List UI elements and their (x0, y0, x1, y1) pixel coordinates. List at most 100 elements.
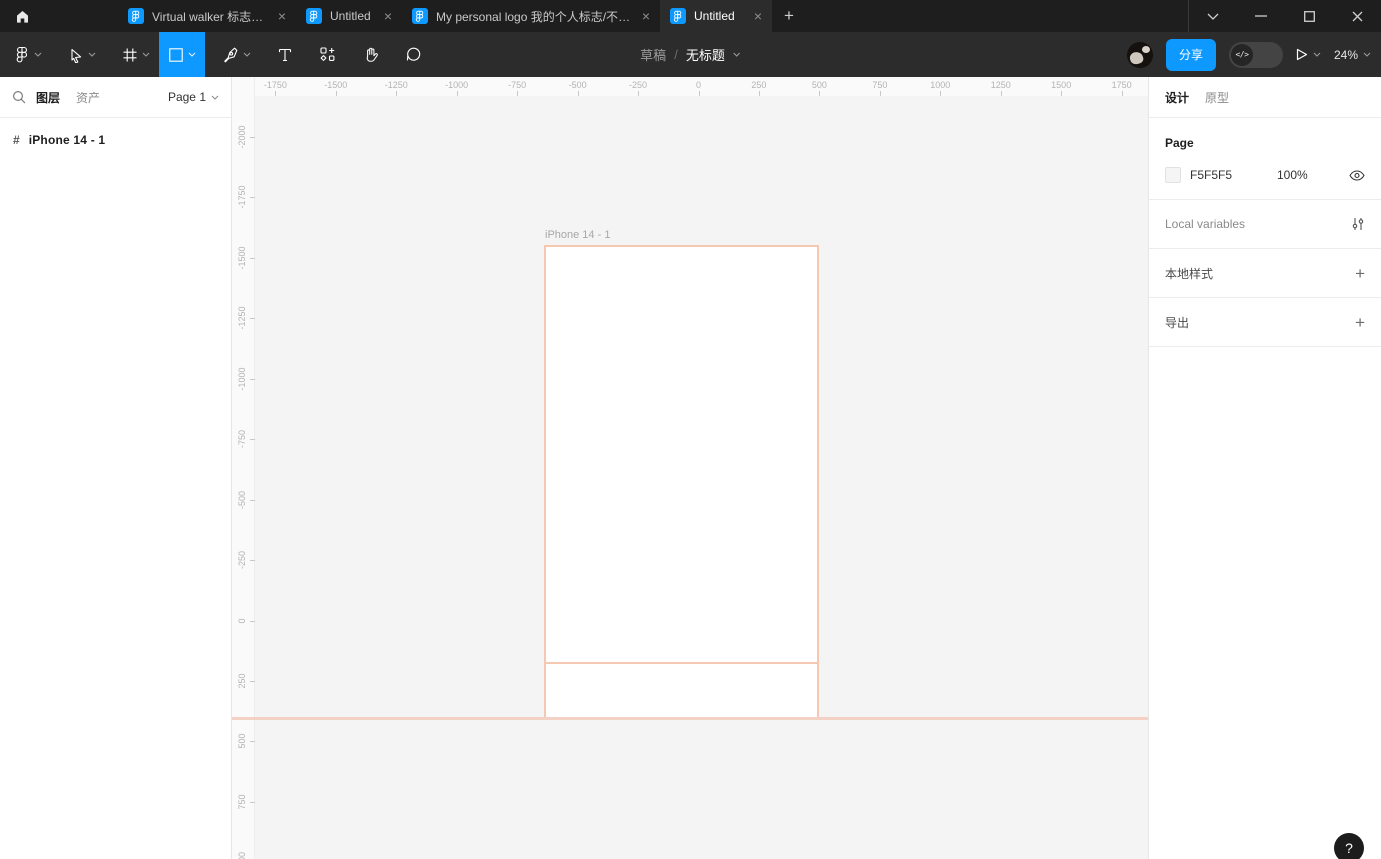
ruler-label: 750 (237, 794, 247, 810)
share-button[interactable]: 分享 (1165, 38, 1216, 71)
page-selector[interactable]: Page 1 (168, 90, 219, 104)
ruler-label: -1000 (445, 80, 469, 90)
chevron-down-icon (1363, 52, 1371, 57)
ruler-top[interactable]: -1750 -1500 -1250 -1000 -750 -500 -250 0 250 500 7… (232, 77, 1148, 96)
file-tab-3[interactable]: My personal logo 我的个人标志/不定... × (402, 0, 660, 32)
color-swatch[interactable] (1165, 167, 1181, 183)
export-row[interactable]: 导出 + (1149, 298, 1381, 347)
ruler-label: 1000 (930, 80, 951, 90)
file-tab-1[interactable]: Virtual walker 标志使用规范 (Commu... × (118, 0, 296, 32)
tab-assets[interactable]: 资产 (76, 89, 100, 106)
ruler-tick (250, 620, 255, 622)
close-icon (1352, 11, 1363, 22)
window-maximize-button[interactable] (1285, 0, 1333, 32)
local-variables-label: Local variables (1165, 217, 1246, 231)
ruler-tick (250, 801, 255, 803)
tab-close-icon[interactable]: × (754, 9, 762, 23)
local-variables-row[interactable]: Local variables (1149, 200, 1381, 249)
project-name[interactable]: 草稿 (640, 45, 666, 64)
ruler-tick (250, 499, 255, 501)
tab-design[interactable]: 设计 (1165, 89, 1189, 106)
play-icon (1296, 48, 1308, 61)
dev-mode-toggle[interactable]: </> (1228, 41, 1283, 68)
code-icon: </> (1230, 43, 1253, 66)
ruler-left[interactable]: -2000 -1750 -1500 -1250 -1000 -750 -500 -250 0 25… (232, 77, 255, 859)
ruler-label: 500 (237, 733, 247, 749)
main-menu-button[interactable] (6, 32, 51, 77)
help-button[interactable]: ? (1334, 833, 1364, 859)
document-title[interactable]: 草稿 / 无标题 (640, 32, 741, 77)
ruler-label: 750 (872, 80, 888, 90)
color-opacity-value[interactable]: 100% (1277, 168, 1308, 182)
ruler-tick (396, 91, 398, 96)
figma-file-icon (306, 8, 322, 24)
color-hex-value[interactable]: F5F5F5 (1190, 168, 1245, 182)
frame-tool-button[interactable] (113, 32, 159, 77)
ruler-tick (638, 91, 640, 96)
frame-title-label[interactable]: iPhone 14 - 1 (545, 229, 610, 241)
home-button[interactable] (0, 0, 44, 32)
present-button[interactable] (1296, 48, 1321, 61)
ruler-label: -1000 (237, 367, 247, 391)
ruler-label: 0 (237, 617, 247, 624)
tab-title: Virtual walker 标志使用规范 (Commu... (152, 9, 270, 24)
question-mark-icon: ? (1345, 840, 1353, 856)
hand-icon (362, 46, 379, 63)
plus-icon[interactable]: + (1355, 265, 1365, 282)
rectangle-tool-button[interactable] (159, 32, 205, 77)
zoom-menu[interactable]: 24% (1334, 48, 1371, 62)
figma-file-icon (670, 8, 686, 24)
ruler-label: -500 (568, 80, 587, 90)
iphone-frame[interactable] (544, 245, 819, 664)
chevron-down-icon[interactable] (1313, 52, 1321, 57)
maximize-icon (1303, 10, 1315, 22)
tab-close-icon[interactable]: × (384, 9, 392, 23)
tab-prototype[interactable]: 原型 (1205, 89, 1229, 106)
comment-tool-button[interactable] (396, 32, 431, 77)
user-avatar[interactable] (1126, 41, 1153, 68)
new-tab-button[interactable]: + (772, 0, 806, 32)
ruler-label: 250 (237, 673, 247, 689)
window-close-button[interactable] (1333, 0, 1381, 32)
chevron-down-icon[interactable] (733, 52, 741, 57)
toolbar-right-group: 分享 </> 24% (1126, 32, 1371, 77)
move-tool-button[interactable] (59, 32, 105, 77)
ruler-tick (456, 91, 458, 96)
page-selector-label: Page 1 (167, 90, 206, 104)
local-styles-row[interactable]: 本地样式 + (1149, 249, 1381, 298)
cursor-icon (68, 47, 84, 63)
pen-tool-button[interactable] (213, 32, 260, 77)
ruler-tick (1121, 91, 1123, 96)
breadcrumb-separator: / (674, 47, 678, 62)
window-collapse-button[interactable] (1189, 0, 1237, 32)
ruler-label: -1250 (237, 306, 247, 330)
file-tab-2[interactable]: Untitled × (296, 0, 402, 32)
chevron-down-icon (1207, 13, 1219, 20)
ruler-label: 1000 (237, 852, 247, 859)
plus-icon: + (784, 6, 794, 25)
window-minimize-button[interactable] (1237, 0, 1285, 32)
resources-tool-button[interactable] (310, 32, 345, 77)
home-icon (15, 9, 30, 24)
hand-tool-button[interactable] (353, 32, 388, 77)
search-icon[interactable] (12, 90, 26, 104)
chevron-down-icon (243, 52, 251, 57)
selection-edge-line (232, 717, 1148, 720)
tab-title: Untitled (694, 9, 735, 23)
layer-item-iphone-14-1[interactable]: # iPhone 14 - 1 (0, 126, 231, 154)
tab-layers[interactable]: 图层 (36, 89, 60, 106)
drawn-rectangle[interactable] (544, 662, 819, 720)
ruler-tick (250, 197, 255, 199)
ruler-tick (250, 318, 255, 320)
tab-close-icon[interactable]: × (642, 9, 650, 23)
text-tool-button[interactable] (268, 32, 302, 77)
canvas[interactable]: iPhone 14 - 1 -1750 -1500 -1250 -1000 -750 -5… (232, 77, 1148, 859)
visibility-eye-icon[interactable] (1349, 169, 1365, 181)
sliders-icon[interactable] (1351, 217, 1365, 231)
chevron-down-icon (211, 95, 219, 100)
file-tab-4-active[interactable]: Untitled × (660, 0, 772, 32)
file-name[interactable]: 无标题 (686, 45, 725, 64)
ruler-tick (250, 741, 255, 743)
tab-close-icon[interactable]: × (278, 9, 286, 23)
plus-icon[interactable]: + (1355, 314, 1365, 331)
